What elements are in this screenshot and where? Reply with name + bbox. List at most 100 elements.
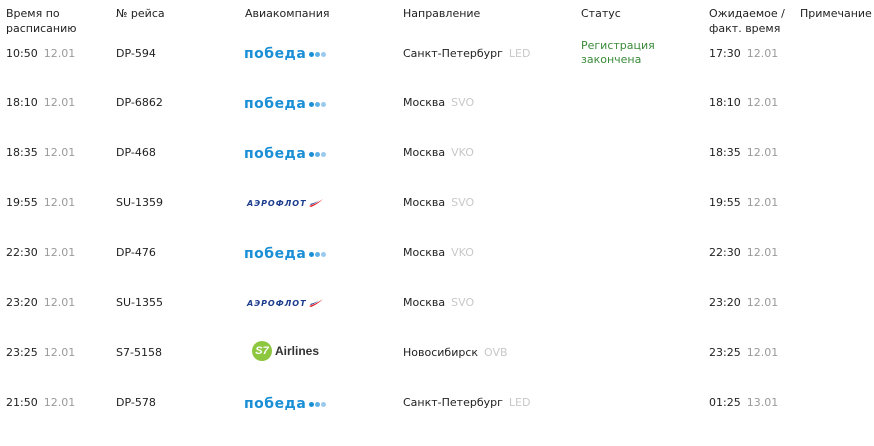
pobeda-dots-icon <box>308 51 327 57</box>
expected-date: 12.01 <box>746 196 779 209</box>
scheduled-date: 12.01 <box>43 346 76 359</box>
flight-number[interactable]: SU-1359 <box>116 196 163 210</box>
expected-time-cell: 22:30 12.01 <box>709 246 778 260</box>
pobeda-logo: победа <box>244 396 327 412</box>
aeroflot-wings-icon <box>308 199 323 207</box>
pobeda-logo: победа <box>244 46 327 62</box>
expected-time: 18:35 <box>709 146 741 159</box>
expected-time: 17:30 <box>709 47 741 60</box>
pobeda-dots-icon <box>308 401 327 407</box>
expected-date: 12.01 <box>746 246 779 259</box>
scheduled-time: 18:10 <box>6 96 38 109</box>
scheduled-time: 10:50 <box>6 47 38 60</box>
scheduled-time: 21:50 <box>6 396 38 409</box>
destination-iata-code: SVO <box>451 96 475 109</box>
pobeda-dots-icon <box>308 251 327 257</box>
aeroflot-logo-text: АЭРОФЛОТ <box>247 298 307 308</box>
scheduled-date: 12.01 <box>43 146 76 159</box>
flight-row[interactable]: 21:50 12.01 DP-578 победа Санкт-Петербург LED… <box>0 396 874 446</box>
scheduled-date: 12.01 <box>43 196 76 209</box>
flight-number[interactable]: DP-6862 <box>116 96 163 110</box>
expected-time: 23:20 <box>709 296 741 309</box>
scheduled-time: 23:25 <box>6 346 38 359</box>
aeroflot-wings-icon <box>308 299 323 307</box>
direction-cell: Москва VKO <box>403 146 474 160</box>
flight-number[interactable]: DP-476 <box>116 246 156 260</box>
pobeda-logo: победа <box>244 96 327 112</box>
destination-iata-code: LED <box>508 396 531 409</box>
flight-number[interactable]: DP-578 <box>116 396 156 410</box>
scheduled-time-cell: 23:25 12.01 <box>6 346 75 360</box>
pobeda-logo-text: победа <box>244 396 307 412</box>
flight-number[interactable]: S7-5158 <box>116 346 162 360</box>
direction-cell: Москва SVO <box>403 196 474 210</box>
flight-row[interactable]: 22:30 12.01 DP-476 победа Москва VKO 22:30 12.0… <box>0 246 874 296</box>
scheduled-time-cell: 21:50 12.01 <box>6 396 75 410</box>
s7-logo-text: Airlines <box>275 344 320 358</box>
scheduled-date: 12.01 <box>43 296 76 309</box>
destination-city: Москва <box>403 246 446 259</box>
scheduled-date: 12.01 <box>43 246 76 259</box>
destination-iata-code: SVO <box>451 196 475 209</box>
header-scheduled-line1: Время по <box>6 7 60 20</box>
pobeda-logo-text: победа <box>244 146 307 162</box>
header-expected-line1: Ожидаемое / <box>709 7 785 20</box>
expected-time-cell: 01:25 13.01 <box>709 396 778 410</box>
scheduled-time: 19:55 <box>6 196 38 209</box>
scheduled-time-cell: 18:35 12.01 <box>6 146 75 160</box>
header-flight-number: № рейса <box>116 7 165 20</box>
direction-cell: Санкт-Петербург LED <box>403 396 530 410</box>
destination-city: Москва <box>403 296 446 309</box>
header-note: Примечание <box>800 7 872 20</box>
pobeda-logo-text: победа <box>244 246 307 262</box>
table-header: Время по расписанию № рейса Авиакомпания… <box>0 0 874 40</box>
flight-number[interactable]: DP-468 <box>116 146 156 160</box>
scheduled-time-cell: 22:30 12.01 <box>6 246 75 260</box>
scheduled-time-cell: 23:20 12.01 <box>6 296 75 310</box>
pobeda-logo-text: победа <box>244 46 307 62</box>
destination-city: Москва <box>403 196 446 209</box>
header-status: Статус <box>581 7 621 20</box>
expected-time: 01:25 <box>709 396 741 409</box>
flight-number[interactable]: DP-594 <box>116 47 156 61</box>
expected-time: 18:10 <box>709 96 741 109</box>
expected-time-cell: 23:25 12.01 <box>709 346 778 360</box>
pobeda-logo-text: победа <box>244 96 307 112</box>
scheduled-time-cell: 18:10 12.01 <box>6 96 75 110</box>
status-text: Регистрация закончена <box>581 39 655 66</box>
scheduled-time-cell: 10:50 12.01 <box>6 47 75 61</box>
header-direction: Направление <box>403 7 481 20</box>
header-scheduled-time: Время по расписанию <box>6 6 77 36</box>
flight-row[interactable]: 18:10 12.01 DP-6862 победа Москва SVO 18:10 12.… <box>0 96 874 146</box>
expected-date: 12.01 <box>746 346 779 359</box>
s7-circle-icon: S7 <box>252 341 272 361</box>
expected-time-cell: 18:35 12.01 <box>709 146 778 160</box>
header-expected-time: Ожидаемое / факт. время <box>709 6 785 36</box>
destination-iata-code: OVB <box>484 346 508 359</box>
flight-number[interactable]: SU-1355 <box>116 296 163 310</box>
expected-date: 12.01 <box>746 146 779 159</box>
flight-row[interactable]: 19:55 12.01 SU-1359 АЭРОФЛОТ Москва SVO 19:55 1… <box>0 196 874 246</box>
scheduled-date: 12.01 <box>43 96 76 109</box>
scheduled-time-cell: 19:55 12.01 <box>6 196 75 210</box>
flight-row[interactable]: 23:25 12.01 S7-5158 S7 Airlines Новосибирск OV… <box>0 341 874 396</box>
flight-row[interactable]: 18:35 12.01 DP-468 победа Москва VKO 18:35 12.0… <box>0 146 874 196</box>
destination-iata-code: VKO <box>451 146 474 159</box>
flight-row[interactable]: 10:50 12.01 DP-594 победа Санкт-Петербург LED… <box>0 39 874 96</box>
aeroflot-logo: АЭРОФЛОТ <box>247 198 324 208</box>
pobeda-logo: победа <box>244 146 327 162</box>
direction-cell: Санкт-Петербург LED <box>403 47 530 61</box>
aeroflot-logo: АЭРОФЛОТ <box>247 298 324 308</box>
scheduled-date: 12.01 <box>43 396 76 409</box>
direction-cell: Москва SVO <box>403 96 474 110</box>
expected-date: 13.01 <box>746 396 779 409</box>
expected-time: 23:25 <box>709 346 741 359</box>
pobeda-dots-icon <box>308 101 327 107</box>
scheduled-time: 18:35 <box>6 146 38 159</box>
expected-time: 19:55 <box>709 196 741 209</box>
expected-time-cell: 19:55 12.01 <box>709 196 778 210</box>
destination-city: Новосибирск <box>403 346 479 359</box>
header-expected-line2: факт. время <box>709 22 781 35</box>
header-airline: Авиакомпания <box>245 7 330 20</box>
flight-row[interactable]: 23:20 12.01 SU-1355 АЭРОФЛОТ Москва SVO 23:20 1… <box>0 296 874 346</box>
